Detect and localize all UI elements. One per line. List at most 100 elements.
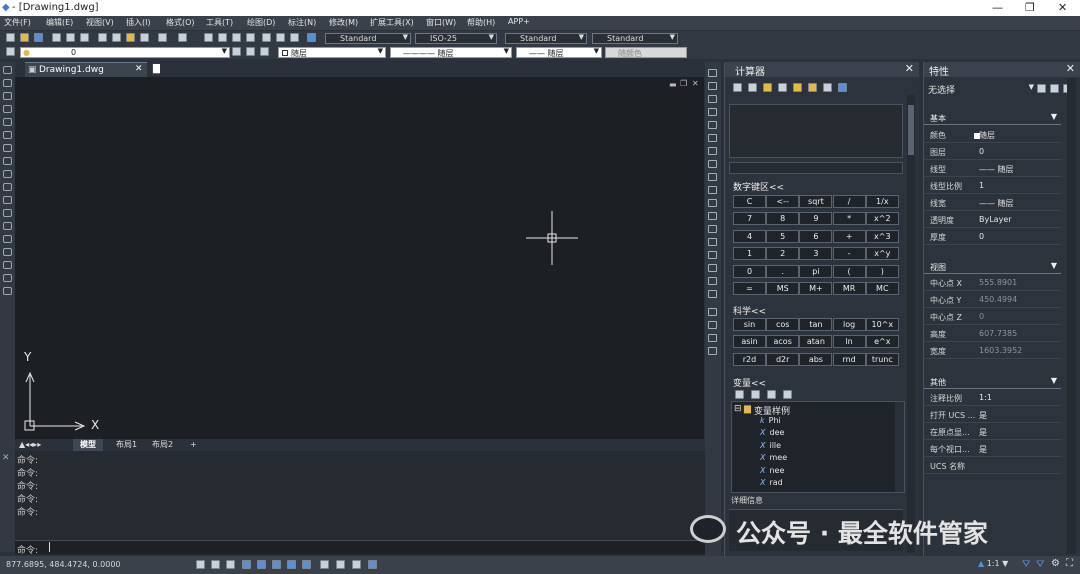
break-icon[interactable] — [708, 212, 717, 220]
grid-display-icon[interactable] — [211, 560, 220, 569]
hatch-icon[interactable] — [3, 248, 12, 256]
property-value[interactable]: —— 随层 — [979, 164, 1014, 175]
variable-item[interactable]: Xmee — [760, 453, 787, 462]
intersection-icon[interactable] — [808, 83, 817, 92]
selection-select[interactable]: 无选择 ▼ — [928, 83, 1034, 96]
tab-layout2[interactable]: 布局2 — [145, 439, 180, 451]
delete-variable-icon[interactable] — [767, 390, 776, 399]
variable-item[interactable]: k Phi — [760, 416, 781, 425]
numpad-key[interactable]: 6 — [799, 229, 833, 243]
property-value[interactable]: 0 — [979, 147, 984, 156]
layer-manager-icon[interactable] — [6, 47, 15, 56]
numpad-key[interactable]: 5 — [766, 229, 800, 243]
preview-icon[interactable] — [66, 33, 75, 42]
select-objects-icon[interactable] — [1050, 84, 1059, 93]
numpad-key[interactable]: + — [832, 229, 866, 243]
command-input[interactable]: 命令: — [15, 540, 705, 556]
gradient-icon[interactable] — [3, 261, 12, 269]
numpad-key[interactable]: 1 — [733, 247, 766, 261]
numpad-key[interactable]: = — [733, 282, 766, 295]
scientific-key[interactable]: trunc — [865, 352, 899, 366]
property-value[interactable]: 0 — [979, 232, 984, 241]
scientific-key[interactable]: log — [832, 318, 866, 331]
menu-view[interactable]: 视图(V) — [86, 17, 114, 28]
layer-select[interactable]: ● 0 ▼ — [20, 47, 230, 58]
scientific-key[interactable]: e^x — [865, 335, 899, 349]
otrack-icon[interactable] — [272, 560, 281, 569]
menu-format[interactable]: 格式(O) — [166, 17, 195, 28]
fillet-icon[interactable] — [708, 251, 717, 259]
variable-item[interactable]: Xille — [760, 441, 781, 450]
scale-icon[interactable] — [708, 160, 717, 168]
close-icon[interactable]: ✕ — [1066, 62, 1075, 75]
variables-section-title[interactable]: 变量<< — [733, 376, 766, 389]
scientific-key[interactable]: r2d — [733, 352, 766, 366]
property-value[interactable]: ByLayer — [979, 215, 1012, 224]
rectangle-icon[interactable] — [3, 118, 12, 126]
move-icon[interactable] — [708, 134, 717, 142]
layer-previous-icon[interactable] — [246, 47, 255, 56]
lineweight-toggle-icon[interactable] — [320, 560, 329, 569]
help-icon[interactable] — [307, 33, 316, 42]
model-space-icon[interactable] — [368, 560, 377, 569]
zoom-realtime-icon[interactable] — [218, 33, 227, 42]
numpad-key[interactable]: x^y — [865, 247, 899, 261]
menu-insert[interactable]: 插入(I) — [126, 17, 151, 28]
mirror-icon[interactable] — [708, 95, 717, 103]
calculator-scrollbar[interactable] — [907, 95, 915, 553]
ortho-icon[interactable] — [226, 560, 235, 569]
maximize-button[interactable]: ❐ — [1025, 1, 1035, 14]
copy-icon[interactable] — [112, 33, 121, 42]
paste-icon[interactable] — [126, 33, 135, 42]
numpad-key[interactable]: 1/x — [865, 195, 899, 208]
property-value[interactable]: 随层 — [979, 130, 995, 141]
pedit-icon[interactable] — [708, 277, 717, 285]
tab-model[interactable]: 模型 — [73, 439, 103, 451]
numpad-key[interactable]: 9 — [799, 212, 833, 226]
osnap-icon[interactable] — [257, 560, 266, 569]
layer-freeze-icon[interactable] — [708, 334, 717, 342]
collapse-icon[interactable]: ⊟ — [734, 404, 742, 414]
new-variable-icon[interactable] — [735, 390, 744, 399]
properties-icon[interactable] — [262, 33, 271, 42]
scroll-first-icon[interactable]: ▲◂◂▸▸ — [17, 439, 43, 451]
insert-block-icon[interactable] — [3, 209, 12, 217]
cut-icon[interactable] — [98, 33, 107, 42]
align-icon[interactable] — [708, 290, 717, 298]
layer-off-icon[interactable] — [708, 321, 717, 329]
polar-icon[interactable] — [242, 560, 251, 569]
scientific-key[interactable]: cos — [766, 318, 800, 331]
annotation-visibility-icon[interactable]: ⛛ — [1022, 559, 1030, 570]
print-icon[interactable] — [52, 33, 61, 42]
numpad-key[interactable]: 3 — [799, 247, 833, 261]
zoom-previous-icon[interactable] — [246, 33, 255, 42]
get-coordinates-icon[interactable] — [763, 83, 772, 92]
numpad-key[interactable]: M+ — [799, 282, 833, 295]
variables-tree[interactable]: ⊟ ▆ 变量样例 k Phi Xdee Xille Xmee Xnee Xrad — [731, 401, 905, 493]
menu-modify[interactable]: 修改(M) — [329, 17, 358, 28]
new-tab-icon[interactable]: ▇ — [153, 64, 160, 74]
variable-item[interactable]: Xnee — [760, 466, 784, 475]
scientific-key[interactable]: tan — [799, 318, 833, 331]
menu-tools[interactable]: 工具(T) — [206, 17, 233, 28]
new-icon[interactable] — [6, 33, 15, 42]
make-block-icon[interactable] — [3, 222, 12, 230]
menu-file[interactable]: 文件(F) — [4, 17, 31, 28]
clear-history-icon[interactable] — [748, 83, 757, 92]
mleader-style-select[interactable]: Standard ▼ — [592, 33, 678, 44]
numpad-key[interactable]: / — [832, 195, 866, 208]
numpad-key[interactable]: ) — [865, 264, 899, 278]
scientific-key[interactable]: 10^x — [865, 318, 899, 331]
spline-icon[interactable] — [3, 170, 12, 178]
publish-icon[interactable] — [80, 33, 89, 42]
circle-icon[interactable] — [3, 144, 12, 152]
numpad-section-title[interactable]: 数字键区<< — [733, 180, 784, 193]
polygon-icon[interactable] — [3, 105, 12, 113]
numpad-key[interactable]: pi — [799, 264, 833, 278]
numpad-key[interactable]: . — [766, 264, 800, 278]
clear-icon[interactable] — [733, 83, 742, 92]
numpad-key[interactable]: MS — [766, 282, 800, 295]
menu-draw[interactable]: 绘图(D) — [247, 17, 275, 28]
region-icon[interactable] — [3, 274, 12, 282]
ellipse-arc-icon[interactable] — [3, 196, 12, 204]
